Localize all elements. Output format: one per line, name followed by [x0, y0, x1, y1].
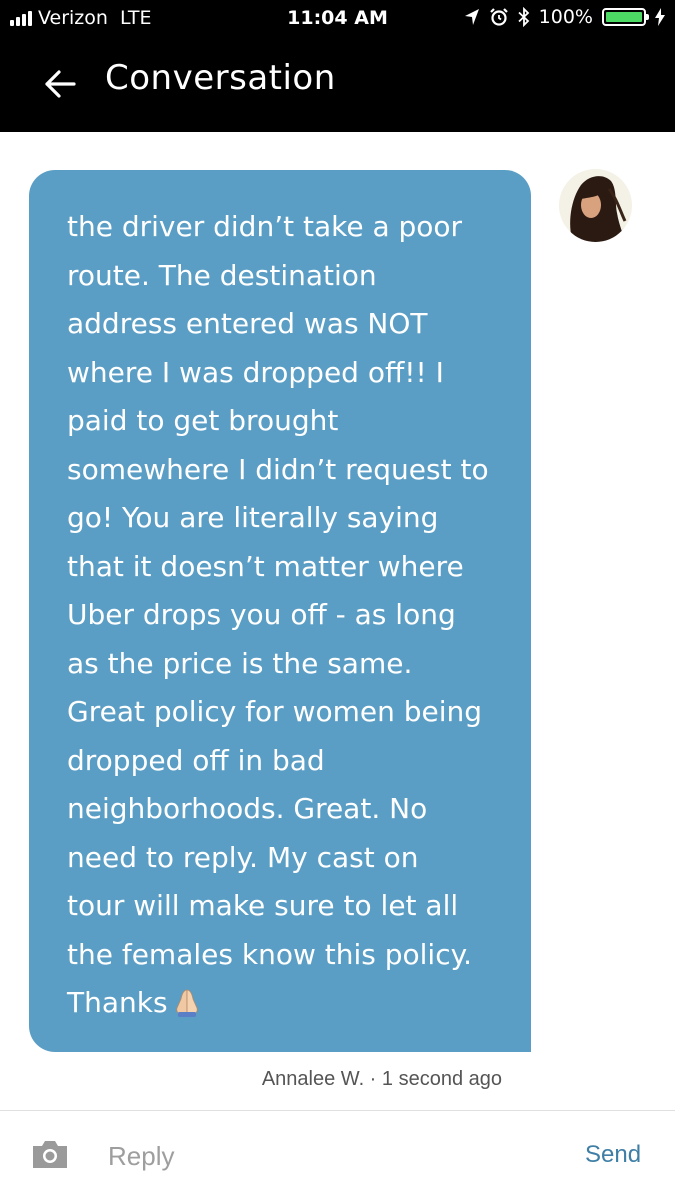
avatar[interactable]	[559, 169, 632, 242]
camera-icon	[33, 1141, 67, 1168]
bluetooth-icon	[518, 7, 529, 27]
message-meta: Annalee W. · 1 second ago	[261, 1068, 502, 1090]
status-right: 100%	[464, 6, 665, 28]
charging-bolt-icon	[655, 8, 665, 26]
folded-hands-emoji-icon	[170, 984, 204, 1034]
message-line: as the price is the same.	[67, 646, 413, 680]
arrow-left-icon	[45, 70, 76, 98]
send-button[interactable]: Send	[585, 1141, 641, 1169]
battery-percent: 100%	[538, 6, 593, 28]
message-line: the driver didn’t take a poor	[67, 210, 463, 243]
reply-divider	[0, 1110, 675, 1111]
status-bar: Verizon LTE 11:04 AM 100%	[0, 0, 675, 38]
conversation-header: Conversation	[0, 38, 675, 132]
back-button[interactable]	[40, 64, 80, 104]
message-line: tour will make sure to let all	[67, 889, 459, 922]
camera-button[interactable]	[30, 1137, 70, 1171]
message-line: Great policy for women being	[67, 695, 483, 728]
page-title: Conversation	[105, 58, 336, 98]
message-line: route. The destination	[67, 258, 377, 292]
message-text: the driver didn’t take a poor route. The…	[67, 203, 501, 1034]
message-line: the females know this policy.	[67, 937, 473, 971]
message-line: neighborhoods. Great. No	[67, 792, 428, 825]
profile-photo	[559, 169, 632, 242]
message-line: somewhere I didn’t request to	[67, 452, 489, 486]
message-line: need to reply. My cast on	[67, 840, 419, 874]
message-line: dropped off in bad	[67, 743, 325, 777]
message-line: Thanks	[67, 986, 168, 1019]
alarm-icon	[489, 8, 508, 26]
message-line: that it doesn’t matter where	[67, 549, 464, 583]
battery-icon	[602, 8, 649, 26]
reply-input[interactable]	[108, 1134, 548, 1178]
battery-level-fill	[606, 12, 642, 22]
location-arrow-icon	[464, 9, 479, 25]
message-bubble: the driver didn’t take a poor route. The…	[29, 170, 531, 1052]
message-line: go! You are literally saying	[67, 501, 439, 534]
message-line: address entered was NOT	[67, 307, 428, 340]
message-line: paid to get brought	[67, 404, 339, 437]
message-line: Uber drops you off - as long	[67, 598, 456, 631]
message-line: where I was dropped off!! I	[67, 355, 444, 389]
